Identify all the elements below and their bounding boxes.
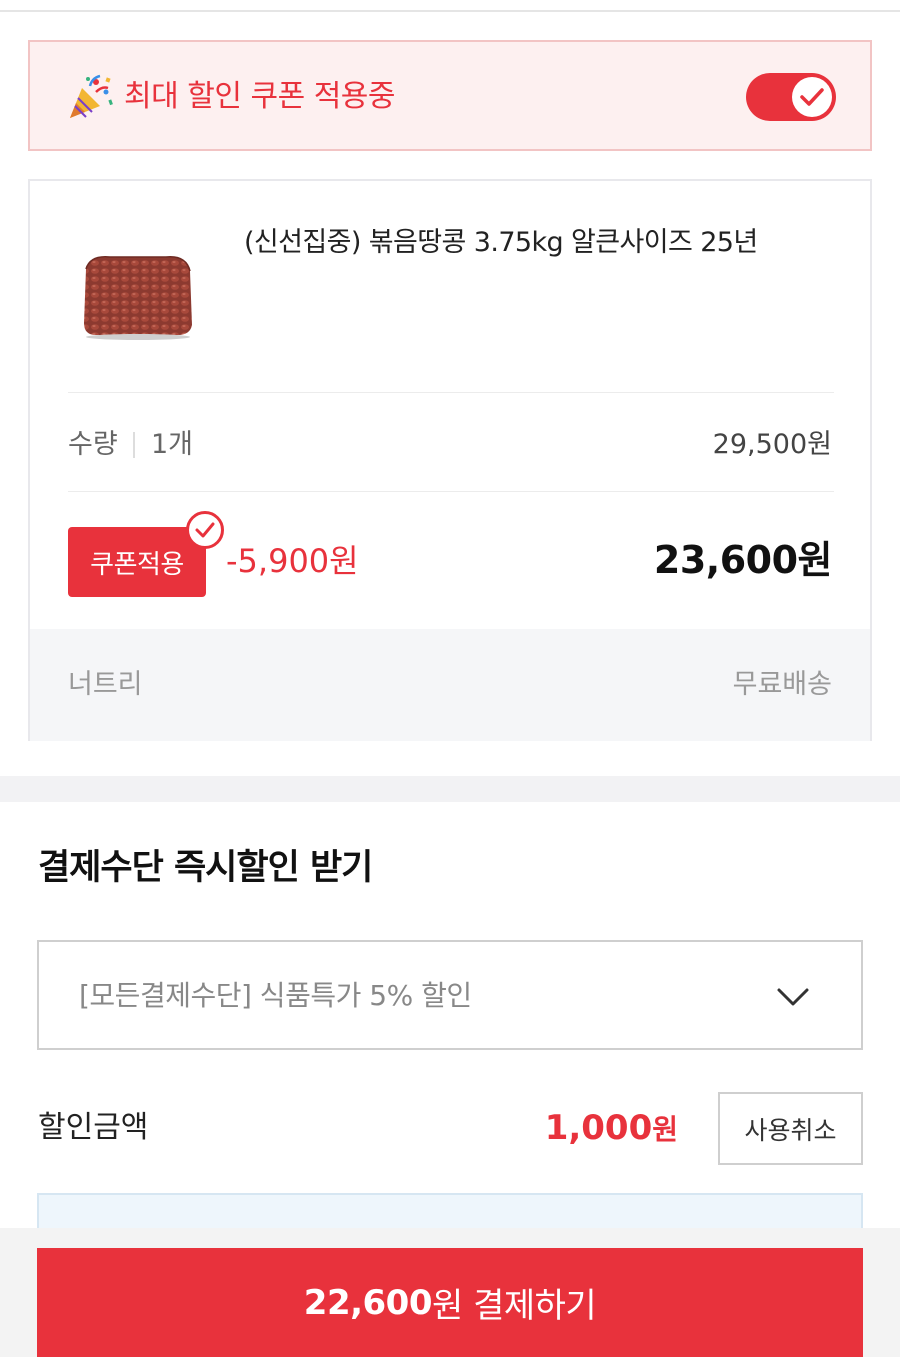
coupon-toggle[interactable] — [746, 73, 836, 121]
checkout-button[interactable]: 22,600 원 결제하기 — [37, 1248, 863, 1357]
coupon-discount: -5,900원 — [226, 542, 359, 580]
checkout-amount: 22,600 — [303, 1282, 433, 1323]
banner-text: 최대 할인 쿠폰 적용중 — [124, 79, 396, 114]
quantity-label: 수량 — [68, 429, 118, 460]
divider — [68, 491, 834, 492]
cancel-discount-button[interactable]: 사용취소 — [718, 1092, 863, 1165]
shipping-info: 무료배송 — [732, 669, 832, 700]
section-gap — [0, 776, 900, 802]
divider — [68, 392, 834, 393]
card-footer: 너트리 무료배송 — [30, 629, 870, 741]
quantity-separator — [133, 432, 135, 458]
checkmark-icon — [800, 88, 824, 106]
product-thumbnail[interactable] — [80, 251, 194, 341]
top-divider — [0, 10, 900, 12]
seller-name[interactable]: 너트리 — [68, 665, 143, 705]
discount-amount-number: 1,000 — [544, 1108, 653, 1148]
chevron-down-icon — [777, 988, 809, 1006]
discount-amount: 1,000원 — [545, 1104, 678, 1154]
original-price: 29,500원 — [712, 429, 832, 460]
party-popper-icon — [70, 74, 113, 118]
toggle-knob — [792, 77, 832, 117]
bottom-bar: 22,600 원 결제하기 — [0, 1228, 900, 1357]
coupon-applied-button[interactable]: 쿠폰적용 — [68, 527, 206, 597]
payment-discount-select[interactable]: [모든결제수단] 식품특가 5% 할인 — [37, 940, 863, 1050]
product-name[interactable]: (신선집중) 볶음땅콩 3.75kg 알큰사이즈 25년 — [244, 223, 844, 263]
product-card: (신선집중) 볶음땅콩 3.75kg 알큰사이즈 25년 수량 1개 29,50… — [28, 179, 872, 741]
discount-amount-label: 할인금액 — [38, 1110, 149, 1145]
select-value: [모든결제수단] 식품특가 5% 할인 — [79, 979, 472, 1012]
payment-discount-title: 결제수단 즉시할인 받기 — [38, 848, 373, 888]
final-price: 23,600원 — [653, 538, 833, 582]
checkout-label: 원 결제하기 — [431, 1286, 597, 1326]
discount-amount-unit: 원 — [652, 1113, 678, 1146]
quantity-value: 1개 — [151, 429, 194, 460]
coupon-banner: 최대 할인 쿠폰 적용중 — [28, 40, 872, 151]
coupon-check-icon — [186, 511, 224, 549]
